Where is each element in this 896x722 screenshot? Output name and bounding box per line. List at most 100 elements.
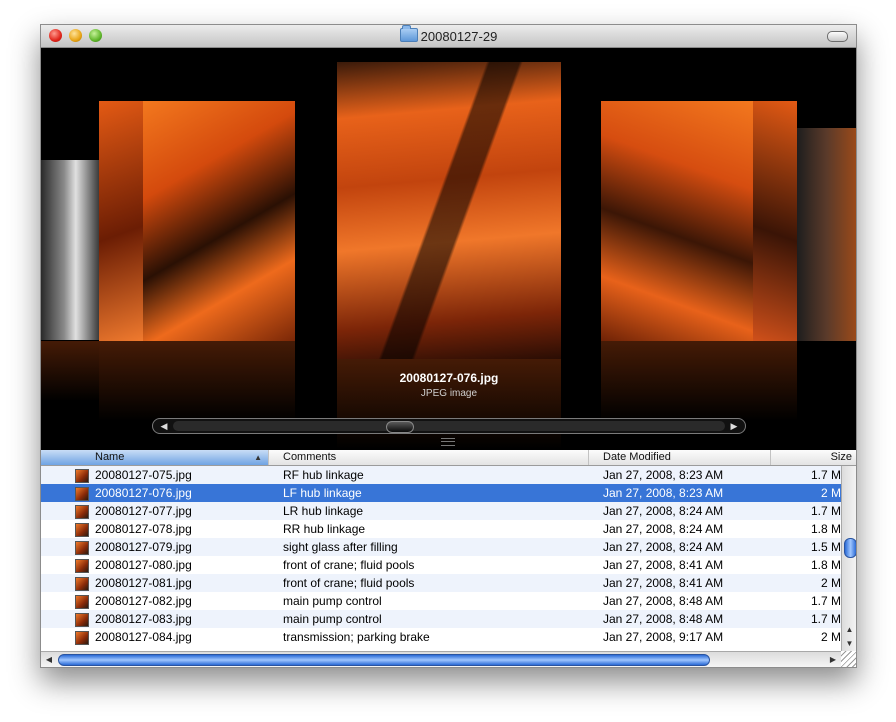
file-name: 20080127-084.jpg [95,630,192,644]
file-name: 20080127-080.jpg [95,558,192,572]
window-title-group: 20080127-29 [41,25,856,44]
table-row[interactable]: 20080127-075.jpg RF hub linkage Jan 27, 20… [41,466,841,484]
cover-thumbnail[interactable] [41,160,99,340]
file-size: 2 M [820,486,841,500]
file-thumbnail-icon [75,631,89,645]
file-size: 1.7 M [810,468,841,482]
table-row[interactable]: 20080127-081.jpg front of crane; fluid po… [41,574,841,592]
file-date-modified: Jan 27, 2008, 8:48 AM [603,612,724,626]
file-list: Name ▲ Comments Date Modified Size 20080… [41,450,856,667]
file-comment: RF hub linkage [283,468,364,482]
file-date-modified: Jan 27, 2008, 9:17 AM [603,630,724,644]
file-date-modified: Jan 27, 2008, 8:24 AM [603,540,724,554]
file-thumbnail-icon [75,541,89,555]
file-date-modified: Jan 27, 2008, 8:24 AM [603,504,724,518]
finder-window: 20080127-29 20080127-076.jpg JPEG image … [40,24,857,668]
file-comment: front of crane; fluid pools [283,558,415,572]
cover-flow-scroll-thumb[interactable] [386,421,414,433]
file-size: 1.7 M [810,504,841,518]
cover-thumbnail[interactable] [753,101,797,341]
file-comment: main pump control [283,594,382,608]
file-thumbnail-icon [75,577,89,591]
toolbar-toggle-button[interactable] [827,31,848,42]
column-header-comments[interactable]: Comments [269,450,589,465]
file-size: 1.7 M [810,594,841,608]
file-name: 20080127-081.jpg [95,576,192,590]
file-rows: 20080127-075.jpg RF hub linkage Jan 27, 20… [41,466,841,646]
table-row[interactable]: 20080127-080.jpg front of crane; fluid po… [41,556,841,574]
file-comment: front of crane; fluid pools [283,576,415,590]
cover-reflection [601,341,797,421]
cover-thumbnail[interactable] [143,101,387,341]
window-resize-grip[interactable] [841,651,856,667]
title-bar[interactable]: 20080127-29 [41,25,856,48]
table-row[interactable]: 20080127-077.jpg LR hub linkage Jan 27, 20… [41,502,841,520]
column-header-date-modified[interactable]: Date Modified [589,450,771,465]
file-comment: LR hub linkage [283,504,364,518]
file-name: 20080127-079.jpg [95,540,192,554]
table-row[interactable]: 20080127-078.jpg RR hub linkage Jan 27, 20… [41,520,841,538]
cover-reflection [99,341,295,421]
table-row[interactable]: 20080127-079.jpg sight glass after fillin… [41,538,841,556]
file-size: 1.5 M [810,540,841,554]
scroll-right-arrow-icon[interactable]: ▶ [725,419,743,433]
column-headers: Name ▲ Comments Date Modified Size [41,450,856,466]
file-thumbnail-icon [75,595,89,609]
table-row[interactable]: 20080127-084.jpg transmission; parking br… [41,628,841,646]
scroll-up-arrow-icon[interactable]: ▲ [842,623,856,637]
file-name: 20080127-083.jpg [95,612,192,626]
horizontal-scroll-thumb[interactable] [58,654,710,666]
cover-caption: 20080127-076.jpg JPEG image [337,371,561,399]
cover-thumbnail[interactable] [99,101,143,341]
file-size: 2 M [820,576,841,590]
file-comment: main pump control [283,612,382,626]
vertical-scroll-thumb[interactable] [844,538,856,558]
cover-flow-scrollbar[interactable]: ◀ ▶ [152,418,746,434]
file-size: 1.8 M [810,522,841,536]
cover-thumbnail[interactable] [797,128,856,341]
file-comment: RR hub linkage [283,522,366,536]
file-name: 20080127-076.jpg [95,486,192,500]
cover-flow-scroll-track[interactable] [173,421,725,433]
column-header-name-label: Name [95,451,125,463]
table-row[interactable]: 20080127-082.jpg main pump control Jan 27,… [41,592,841,610]
sort-ascending-icon: ▲ [254,453,262,462]
file-date-modified: Jan 27, 2008, 8:23 AM [603,486,724,500]
file-date-modified: Jan 27, 2008, 8:41 AM [603,576,724,590]
window-title: 20080127-29 [420,29,498,44]
file-date-modified: Jan 27, 2008, 8:24 AM [603,522,724,536]
cover-flow-view[interactable]: 20080127-076.jpg JPEG image ◀ ▶ [41,48,856,450]
column-header-name[interactable]: Name ▲ [41,450,269,465]
selected-file-kind: JPEG image [420,388,478,399]
selected-filename: 20080127-076.jpg [399,371,499,385]
scroll-right-icon[interactable]: ▶ [827,652,839,667]
table-row[interactable]: 20080127-076.jpg LF hub linkage Jan 27, 20… [41,484,841,502]
cover-reflection [41,341,99,401]
column-header-size[interactable]: Size [771,450,856,465]
file-thumbnail-icon [75,469,89,483]
file-date-modified: Jan 27, 2008, 8:41 AM [603,558,724,572]
file-comment: sight glass after filling [283,540,398,554]
selected-cover-image[interactable] [337,62,561,359]
file-name: 20080127-078.jpg [95,522,192,536]
vertical-scrollbar[interactable]: ▲ ▼ [841,466,856,651]
split-resize-handle[interactable] [441,438,455,446]
table-row[interactable]: 20080127-083.jpg main pump control Jan 27,… [41,610,841,628]
scroll-left-icon[interactable]: ◀ [43,652,55,667]
file-date-modified: Jan 27, 2008, 8:23 AM [603,468,724,482]
file-thumbnail-icon [75,613,89,627]
file-size: 1.7 M [810,612,841,626]
file-thumbnail-icon [75,559,89,573]
file-name: 20080127-075.jpg [95,468,192,482]
scroll-down-arrow-icon[interactable]: ▼ [842,637,856,651]
folder-icon [399,25,418,42]
file-thumbnail-icon [75,487,89,501]
file-comment: transmission; parking brake [283,630,430,644]
file-size: 1.8 M [810,558,841,572]
file-name: 20080127-082.jpg [95,594,192,608]
horizontal-scrollbar[interactable]: ◀ ▶ [41,651,841,667]
file-thumbnail-icon [75,523,89,537]
file-size: 2 M [820,630,841,644]
scroll-left-arrow-icon[interactable]: ◀ [155,419,173,433]
cover-thumbnail[interactable] [601,101,753,341]
